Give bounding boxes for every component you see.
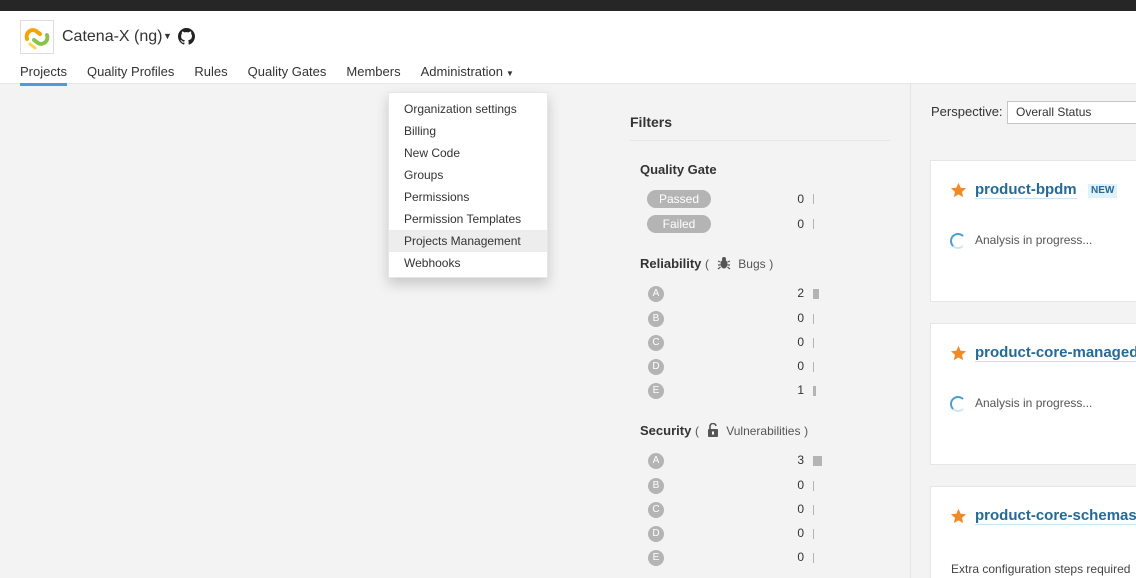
facet-count: 0 [797, 335, 804, 349]
facet-count: 0 [797, 478, 804, 492]
github-icon[interactable] [178, 28, 195, 45]
reliability-rating-d[interactable]: D [648, 359, 664, 375]
unlock-icon [707, 423, 718, 437]
menu-item-groups[interactable]: Groups [389, 164, 547, 186]
security-facet-title: Security ( Vulnerabilities ) [640, 423, 809, 438]
facet-bar [813, 456, 822, 466]
configuration-status: Extra configuration steps required [951, 562, 1131, 576]
menu-item-permissions[interactable]: Permissions [389, 186, 547, 208]
star-icon[interactable] [950, 345, 967, 362]
spinner-icon [950, 396, 966, 412]
facet-bar [813, 481, 814, 491]
reliability-facet-title: Reliability ( Bugs ) [640, 256, 774, 271]
facet-bar [813, 529, 814, 539]
reliability-rating-e[interactable]: E [648, 383, 664, 399]
menu-item-permission-templates[interactable]: Permission Templates [389, 208, 547, 230]
facet-bar [813, 314, 814, 324]
security-rating-b[interactable]: B [648, 478, 664, 494]
facet-count: 0 [797, 502, 804, 516]
bug-icon [717, 257, 731, 270]
project-name-link[interactable]: product-core-schemas [975, 507, 1136, 525]
tab-quality-profiles[interactable]: Quality Profiles [87, 64, 174, 84]
facet-count: 0 [797, 311, 804, 325]
project-name-link[interactable]: product-bpdm [975, 181, 1077, 199]
facet-count: 0 [797, 217, 804, 231]
org-caret-icon[interactable]: ▼ [163, 31, 172, 41]
facet-bar [813, 386, 816, 396]
chevron-down-icon: ▼ [505, 69, 514, 78]
analysis-status: Analysis in progress... [975, 233, 1093, 247]
menu-item-organization-settings[interactable]: Organization settings [389, 98, 547, 120]
facet-bar [813, 338, 814, 348]
quality-gate-passed-option[interactable]: Passed [647, 190, 711, 208]
org-name[interactable]: Catena-X (ng) [62, 28, 163, 46]
facet-bar [813, 553, 814, 563]
tab-administration[interactable]: Administration ▼ [421, 64, 514, 84]
spinner-icon [950, 233, 966, 249]
facet-count: 2 [797, 286, 804, 300]
org-nav: Projects Quality Profiles Rules Quality … [20, 64, 534, 86]
security-rating-a[interactable]: A [648, 453, 664, 469]
new-badge: NEW [1088, 184, 1118, 198]
menu-item-webhooks[interactable]: Webhooks [389, 252, 547, 274]
menu-item-billing[interactable]: Billing [389, 120, 547, 142]
security-rating-e[interactable]: E [648, 550, 664, 566]
facet-count: 0 [797, 550, 804, 564]
administration-menu: Organization settings Billing New Code G… [388, 92, 548, 278]
filters-title: Filters [630, 114, 673, 130]
security-rating-d[interactable]: D [648, 526, 664, 542]
divider [630, 140, 890, 141]
facet-count: 0 [797, 526, 804, 540]
facet-count: 3 [797, 453, 804, 467]
facet-bar [813, 289, 819, 299]
facet-bar [813, 219, 814, 229]
facet-bar [813, 505, 814, 515]
facet-bar [813, 362, 814, 372]
quality-gate-failed-option[interactable]: Failed [647, 215, 711, 233]
tab-quality-gates[interactable]: Quality Gates [248, 64, 327, 84]
organization-header: Catena-X (ng) ▼ Projects Quality Profile… [0, 11, 1136, 86]
tab-rules[interactable]: Rules [194, 64, 227, 84]
org-logo-icon[interactable] [20, 20, 54, 54]
facet-count: 1 [797, 383, 804, 397]
star-icon[interactable] [950, 182, 967, 199]
perspective-select[interactable]: Overall Status [1007, 101, 1136, 124]
top-bar [0, 0, 1136, 11]
reliability-rating-b[interactable]: B [648, 311, 664, 327]
project-name-link[interactable]: product-core-managed [975, 344, 1136, 362]
star-icon[interactable] [950, 508, 967, 525]
facet-count: 0 [797, 359, 804, 373]
analysis-status: Analysis in progress... [975, 396, 1093, 410]
reliability-rating-c[interactable]: C [648, 335, 664, 351]
perspective-label: Perspective: [931, 104, 1003, 119]
tab-projects[interactable]: Projects [20, 64, 67, 86]
facet-bar [813, 194, 814, 204]
reliability-rating-a[interactable]: A [648, 286, 664, 302]
menu-item-new-code[interactable]: New Code [389, 142, 547, 164]
quality-gate-facet-title: Quality Gate [640, 162, 717, 177]
menu-item-projects-management[interactable]: Projects Management [389, 230, 547, 252]
security-rating-c[interactable]: C [648, 502, 664, 518]
facet-count: 0 [797, 192, 804, 206]
tab-members[interactable]: Members [346, 64, 400, 84]
